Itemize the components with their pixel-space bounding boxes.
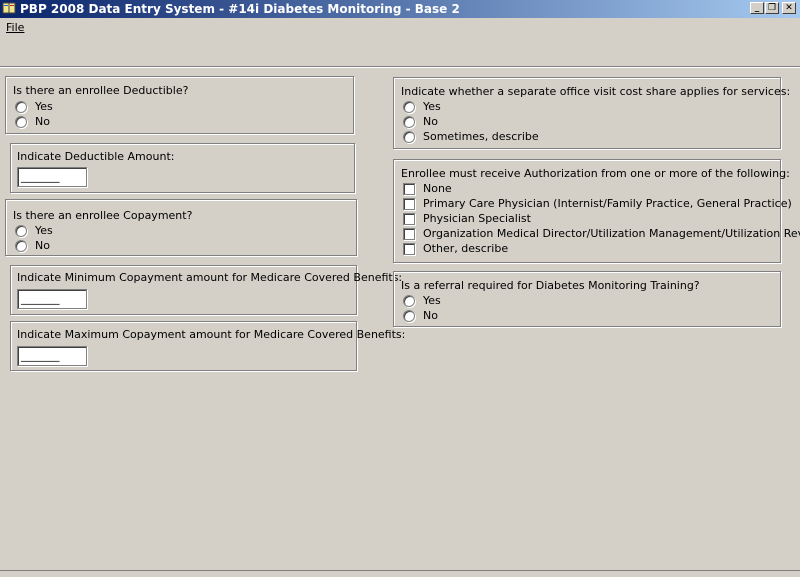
restore-button[interactable]: ❐ (765, 2, 779, 14)
deductible-amount-label: Indicate Deductible Amount: (17, 150, 175, 163)
authorization-group: Enrollee must receive Authorization from… (393, 159, 800, 263)
min-copay-label: Indicate Minimum Copayment amount for Me… (17, 271, 403, 284)
deductible-question: Is there an enrollee Deductible? (13, 84, 189, 97)
radio-icon (15, 116, 27, 128)
menu-file[interactable]: File (6, 21, 24, 34)
minimize-button[interactable]: _ (750, 2, 764, 14)
radio-icon (15, 101, 27, 113)
radio-icon (15, 240, 27, 252)
checkbox-icon (403, 213, 415, 225)
radio-icon (403, 116, 415, 128)
checkbox-icon (403, 243, 415, 255)
menu-bar: File (0, 19, 800, 37)
close-button[interactable]: ✕ (782, 2, 796, 14)
referral-group: Is a referral required for Diabetes Moni… (393, 271, 781, 327)
radio-icon (15, 225, 27, 237)
checkbox-icon (403, 198, 415, 210)
max-copay-group: Indicate Maximum Copayment amount for Me… (10, 321, 405, 371)
app-book-icon (2, 2, 16, 14)
min-copay-group: Indicate Minimum Copayment amount for Me… (10, 265, 402, 315)
copayment-question: Is there an enrollee Copayment? (13, 209, 193, 222)
title-bar: PBP 2008 Data Entry System - #14i Diabet… (0, 0, 800, 18)
office-visit-group: Indicate whether a separate office visit… (393, 77, 790, 149)
deductible-amount-input[interactable]: _______ (17, 167, 87, 187)
checkbox-icon (403, 183, 415, 195)
authorization-question: Enrollee must receive Authorization from… (401, 167, 790, 180)
max-copay-label: Indicate Maximum Copayment amount for Me… (17, 328, 406, 341)
radio-icon (403, 131, 415, 143)
radio-icon (403, 310, 415, 322)
max-copay-input[interactable]: _______ (17, 346, 87, 366)
copayment-group: Is there an enrollee Copayment? Yes No (5, 199, 357, 256)
deductible-amount-group: Indicate Deductible Amount: _______ (10, 143, 355, 193)
checkbox-icon (403, 228, 415, 240)
referral-question: Is a referral required for Diabetes Moni… (401, 279, 700, 292)
radio-icon (403, 101, 415, 113)
radio-icon (403, 295, 415, 307)
toolbar-separator (0, 66, 800, 68)
window-title: PBP 2008 Data Entry System - #14i Diabet… (20, 2, 460, 16)
min-copay-input[interactable]: _______ (17, 289, 87, 309)
deductible-group: Is there an enrollee Deductible? Yes No (5, 76, 354, 134)
office-visit-question: Indicate whether a separate office visit… (401, 85, 791, 98)
